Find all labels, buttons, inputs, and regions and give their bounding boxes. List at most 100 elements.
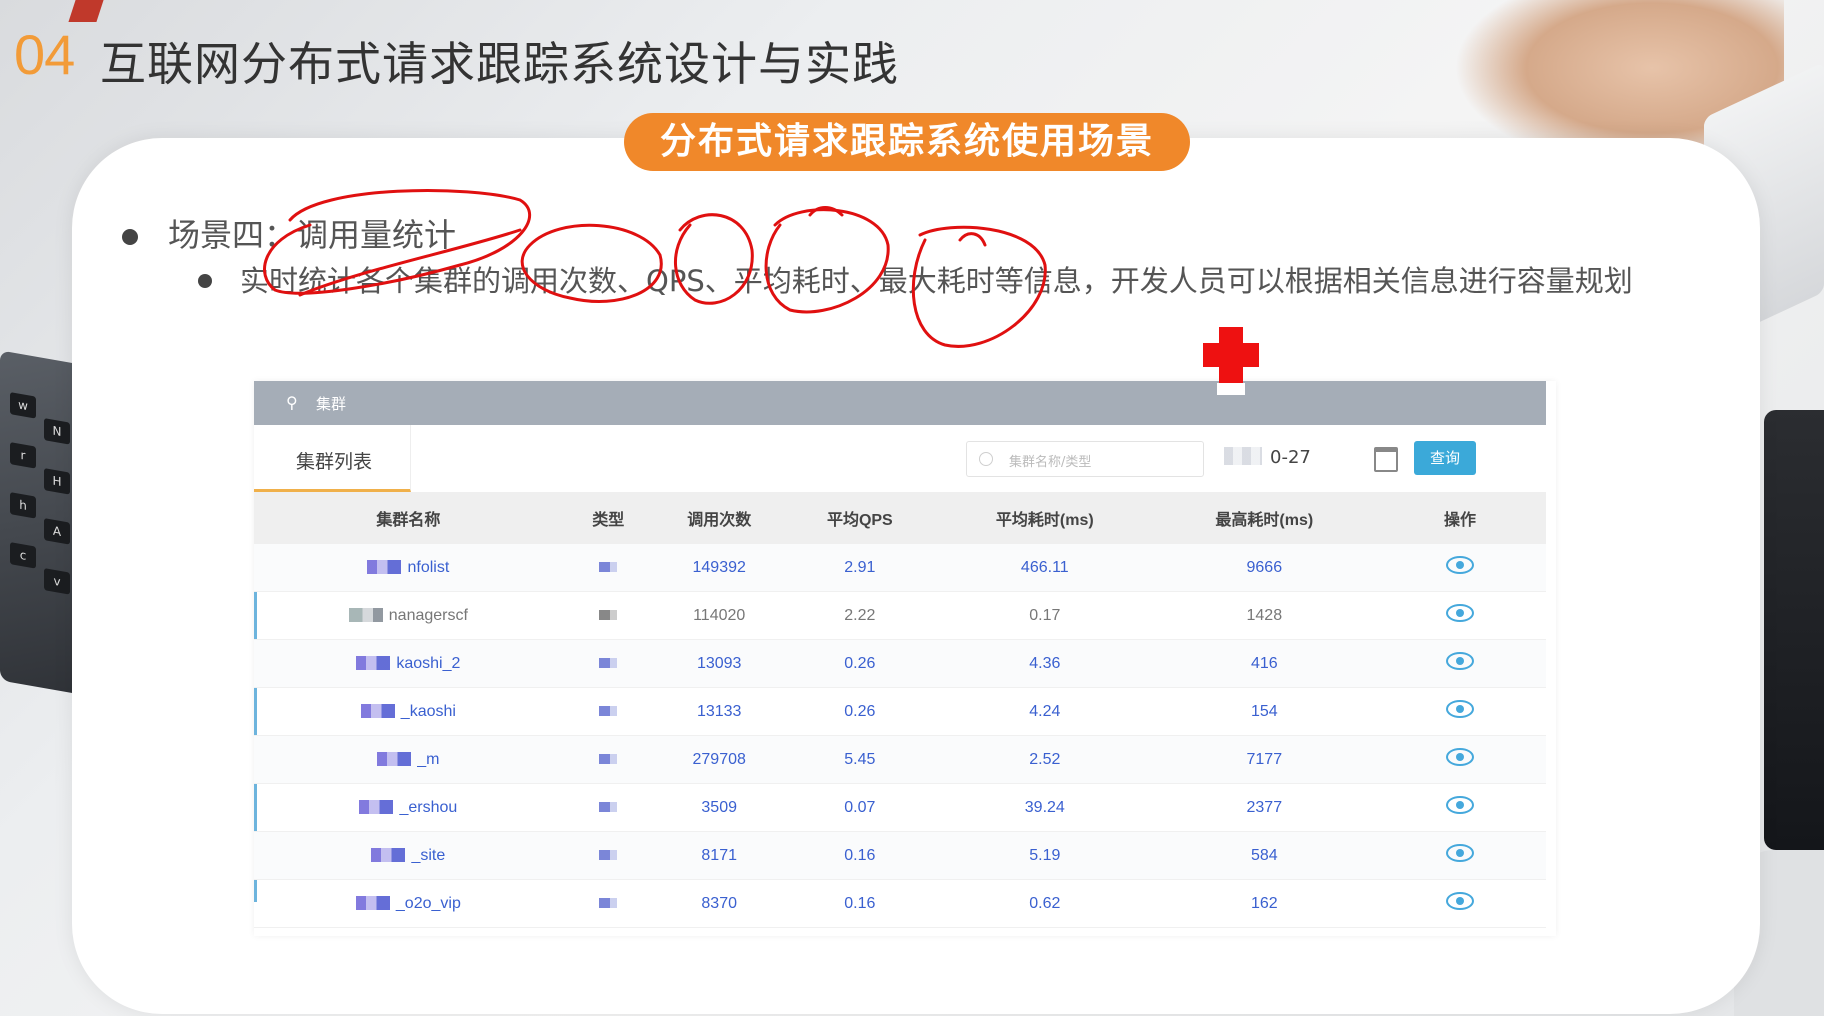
tab-cluster-list[interactable]: 集群列表 (254, 425, 411, 492)
cell-avg-qps: 0.07 (784, 783, 936, 832)
cell-calls: 114020 (653, 591, 785, 640)
table-header-row: 集群名称 类型 调用次数 平均QPS 平均耗时(ms) 最高耗时(ms) 操作 (254, 492, 1546, 544)
date-blurred-prefix (1224, 447, 1262, 465)
table-row: _ershou 3509 0.07 39.24 2377 (254, 783, 1546, 832)
cluster-name-text[interactable]: _site (411, 847, 445, 864)
cell-avg-qps: 5.45 (784, 735, 936, 784)
cell-cluster-name[interactable]: kaoshi_2 (254, 639, 563, 688)
date-picker[interactable]: 0-27 (1218, 441, 1418, 475)
cell-actions (1374, 544, 1546, 592)
bullet-level1-text: 场景四：调用量统计 (168, 216, 457, 254)
redacted-type (599, 801, 618, 812)
redacted-type (599, 609, 618, 620)
cluster-name-text[interactable]: _m (417, 751, 439, 768)
view-eye-icon[interactable] (1446, 604, 1474, 622)
cell-avg-latency: 4.36 (935, 639, 1155, 688)
cell-type (562, 544, 654, 592)
red-cross-cursor-icon (1203, 327, 1259, 395)
redacted-type (599, 705, 618, 716)
redacted-prefix (348, 608, 383, 623)
query-button[interactable]: 查询 (1414, 441, 1476, 475)
cell-type (562, 735, 654, 784)
view-eye-icon[interactable] (1446, 748, 1474, 766)
cell-cluster-name[interactable]: _ershou (254, 783, 563, 832)
bullet-level1: 场景四：调用量统计 (122, 210, 456, 256)
cell-actions (1374, 735, 1546, 784)
col-max-latency[interactable]: 最高耗时(ms) (1154, 492, 1374, 544)
search-icon (979, 452, 993, 466)
view-eye-icon[interactable] (1446, 796, 1474, 814)
cell-cluster-name[interactable]: _m (254, 735, 563, 784)
search-placeholder: 集群名称/类型 (1009, 455, 1092, 470)
col-avg-latency[interactable]: 平均耗时(ms) (935, 492, 1155, 544)
cell-type (562, 879, 654, 928)
cell-cluster-name[interactable]: nfolist (254, 544, 563, 592)
cell-avg-qps: 0.16 (784, 879, 936, 928)
col-avg-qps[interactable]: 平均QPS (784, 492, 936, 544)
redacted-prefix (355, 896, 390, 911)
view-eye-icon[interactable] (1446, 652, 1474, 670)
cell-actions (1374, 687, 1546, 736)
table-row: _kaoshi 13133 0.26 4.24 154 (254, 687, 1546, 736)
redacted-type (599, 897, 618, 908)
background-phone (1764, 410, 1824, 850)
col-cluster-name[interactable]: 集群名称 (254, 492, 563, 544)
cluster-screenshot: ⚲ 集群 集群列表 集群名称/类型 0-27 查询 集群名称 类型 调用次数 平… (254, 381, 1556, 936)
col-calls[interactable]: 调用次数 (653, 492, 785, 544)
cell-max-latency: 416 (1154, 639, 1374, 688)
cell-avg-latency: 4.24 (935, 687, 1155, 736)
table-row: kaoshi_2 13093 0.26 4.36 416 (254, 639, 1546, 688)
cell-avg-latency: 466.11 (935, 544, 1155, 592)
cell-cluster-name[interactable]: _o2o_vip (254, 879, 563, 928)
view-eye-icon[interactable] (1446, 892, 1474, 910)
redacted-type (599, 753, 618, 764)
view-eye-icon[interactable] (1446, 556, 1474, 574)
cell-type (562, 591, 654, 640)
cell-avg-qps: 0.16 (784, 831, 936, 880)
cluster-name-text[interactable]: nfolist (407, 559, 449, 576)
cell-max-latency: 162 (1154, 879, 1374, 928)
redacted-prefix (356, 656, 391, 671)
header-label: 集群 (316, 395, 347, 413)
view-eye-icon[interactable] (1446, 700, 1474, 718)
cell-actions (1374, 591, 1546, 640)
cell-actions (1374, 783, 1546, 832)
cell-avg-latency: 0.17 (935, 591, 1155, 640)
view-eye-icon[interactable] (1446, 844, 1474, 862)
cell-actions (1374, 879, 1546, 928)
cell-type (562, 783, 654, 832)
corner-tab (68, 0, 104, 22)
cell-max-latency: 7177 (1154, 735, 1374, 784)
cell-avg-qps: 2.22 (784, 591, 936, 640)
cell-cluster-name[interactable]: _site (254, 831, 563, 880)
redacted-type (599, 657, 618, 668)
cell-cluster-name[interactable]: nanagerscf (254, 591, 563, 640)
date-value: 0-27 (1270, 447, 1311, 468)
bullet-dot (122, 229, 138, 245)
col-actions: 操作 (1374, 492, 1546, 544)
cluster-name-text[interactable]: _ershou (399, 799, 457, 816)
cell-type (562, 831, 654, 880)
cell-max-latency: 2377 (1154, 783, 1374, 832)
cell-type (562, 639, 654, 688)
cluster-table: 集群名称 类型 调用次数 平均QPS 平均耗时(ms) 最高耗时(ms) 操作 … (254, 492, 1546, 928)
cluster-name-text[interactable]: _kaoshi (401, 703, 456, 720)
calendar-icon[interactable] (1374, 447, 1398, 472)
cluster-name-text[interactable]: _o2o_vip (396, 895, 461, 912)
redacted-prefix (367, 560, 402, 575)
cluster-name-text[interactable]: nanagerscf (389, 607, 468, 624)
bullet-level2: 实时统计各个集群的调用次数、QPS、平均耗时、最大耗时等信息，开发人员可以根据相… (198, 260, 1698, 302)
redacted-prefix (360, 704, 395, 719)
cluster-name-text[interactable]: kaoshi_2 (396, 655, 460, 672)
cell-avg-latency: 39.24 (935, 783, 1155, 832)
redacted-type (599, 849, 618, 860)
cell-calls: 279708 (653, 735, 785, 784)
cell-actions (1374, 639, 1546, 688)
cell-cluster-name[interactable]: _kaoshi (254, 687, 563, 736)
cell-calls: 13093 (653, 639, 785, 688)
cell-max-latency: 584 (1154, 831, 1374, 880)
search-input[interactable]: 集群名称/类型 (966, 441, 1204, 477)
col-type[interactable]: 类型 (562, 492, 654, 544)
cell-max-latency: 1428 (1154, 591, 1374, 640)
cell-avg-latency: 2.52 (935, 735, 1155, 784)
